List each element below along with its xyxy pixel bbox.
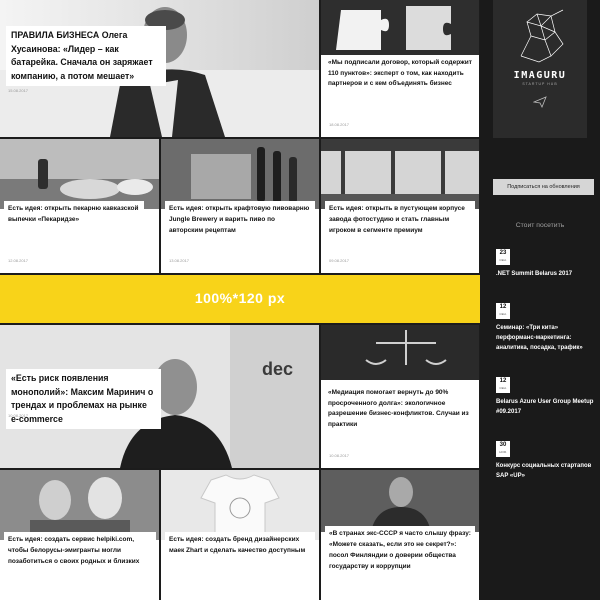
event-title[interactable]: Belarus Azure User Group Meetup #09.2017 xyxy=(496,397,596,417)
article-finland[interactable]: «В странах экс-СССР я часто слышу фразу:… xyxy=(321,470,479,600)
article-photo xyxy=(321,139,479,209)
event-date-badge: 12 СЕН. xyxy=(496,303,510,319)
article-title[interactable]: «В странах экс-СССР я часто слышу фразу:… xyxy=(325,526,475,574)
imaguru-logo[interactable]: IMAGURU STARTUP HUB xyxy=(493,0,587,138)
events-section-title: Стоит посетить xyxy=(515,222,565,229)
article-title[interactable]: «Медиация помогает вернуть до 90% просро… xyxy=(328,388,474,430)
article-photo xyxy=(321,325,479,380)
article-photo xyxy=(0,139,159,209)
paper-plane-icon xyxy=(533,96,547,108)
subscribe-button[interactable]: Подписаться на обновления xyxy=(493,179,594,195)
article-title[interactable]: ПРАВИЛА БИЗНЕСА Олега Хусаинова: «Лидер … xyxy=(6,26,166,86)
article-title[interactable]: Есть идея: создать сервис helpiki.com, ч… xyxy=(4,532,156,569)
article-date: 09.08.2017 xyxy=(329,258,350,263)
event-item[interactable]: 12 СЕН. Семинар: «Три кита» перформанс-м… xyxy=(496,303,596,353)
article-contract[interactable]: «Мы подписали договор, который содержит … xyxy=(321,0,479,137)
event-date-badge: 12 СЕН. xyxy=(496,377,510,393)
event-title[interactable]: .NET Summit Belarus 2017 xyxy=(496,269,596,279)
article-title[interactable]: «Есть риск появления монополий»: Максим … xyxy=(6,369,161,429)
event-item[interactable]: 23 СЕН. .NET Summit Belarus 2017 xyxy=(496,249,596,279)
event-title[interactable]: Семинар: «Три кита» перформанс-маркетинг… xyxy=(496,323,596,353)
article-photo xyxy=(161,139,319,209)
article-feature-businessman[interactable]: ПРАВИЛА БИЗНЕСА Олега Хусаинова: «Лидер … xyxy=(0,0,319,137)
article-photo xyxy=(0,470,159,540)
article-helpiki[interactable]: Есть идея: создать сервис helpiki.com, ч… xyxy=(0,470,159,600)
svg-text:dec: dec xyxy=(262,359,293,379)
article-title[interactable]: «Мы подписали договор, который содержит … xyxy=(328,58,474,90)
article-bakery[interactable]: Есть идея: открыть пекарню кавказской вы… xyxy=(0,139,159,273)
event-title[interactable]: Конкурс социальных стартапов SAP «UP» xyxy=(496,461,596,481)
article-title[interactable]: Есть идея: открыть крафтовую пивоварню J… xyxy=(165,201,315,238)
banner-label: 100%*120 px xyxy=(194,290,286,306)
unicorn-logo-icon xyxy=(520,9,564,63)
logo-text: IMAGURU xyxy=(513,70,567,81)
article-date: 18.08.2017 xyxy=(329,122,350,127)
logo-subtext: STARTUP HUB xyxy=(522,82,558,86)
article-mediation[interactable]: «Медиация помогает вернуть до 90% просро… xyxy=(321,325,479,468)
article-photo xyxy=(321,0,479,55)
article-title[interactable]: Есть идея: открыть пекарню кавказской вы… xyxy=(4,201,144,227)
event-item[interactable]: 12 СЕН. Belarus Azure User Group Meetup … xyxy=(496,377,596,417)
article-photo xyxy=(321,470,479,532)
event-date-badge: 23 СЕН. xyxy=(496,249,510,265)
article-date: 15.08.2017 xyxy=(8,88,29,93)
article-date: 13.08.2017 xyxy=(169,258,190,263)
article-title[interactable]: Есть идея: открыть в пустующем корпусе з… xyxy=(325,201,475,238)
article-title[interactable]: Есть идея: создать бренд дизайнерских ма… xyxy=(165,532,315,558)
article-date: 10.08.2017 xyxy=(8,413,29,418)
article-zhart[interactable]: Есть идея: создать бренд дизайнерских ма… xyxy=(161,470,319,600)
article-brewery[interactable]: Есть идея: открыть крафтовую пивоварню J… xyxy=(161,139,319,273)
ad-banner[interactable]: 100%*120 px xyxy=(0,275,480,323)
article-photo xyxy=(161,470,319,540)
article-date: 10.08.2017 xyxy=(329,453,350,458)
article-feature-ecommerce[interactable]: dec «Есть риск появления монополий»: Мак… xyxy=(0,325,319,468)
event-date-badge: 30 НОЯ. xyxy=(496,441,510,457)
article-photostudio[interactable]: Есть идея: открыть в пустующем корпусе з… xyxy=(321,139,479,273)
event-item[interactable]: 30 НОЯ. Конкурс социальных стартапов SAP… xyxy=(496,441,596,481)
sidebar: IMAGURU STARTUP HUB Подписаться на обнов… xyxy=(480,0,600,600)
article-date: 12.08.2017 xyxy=(8,258,29,263)
